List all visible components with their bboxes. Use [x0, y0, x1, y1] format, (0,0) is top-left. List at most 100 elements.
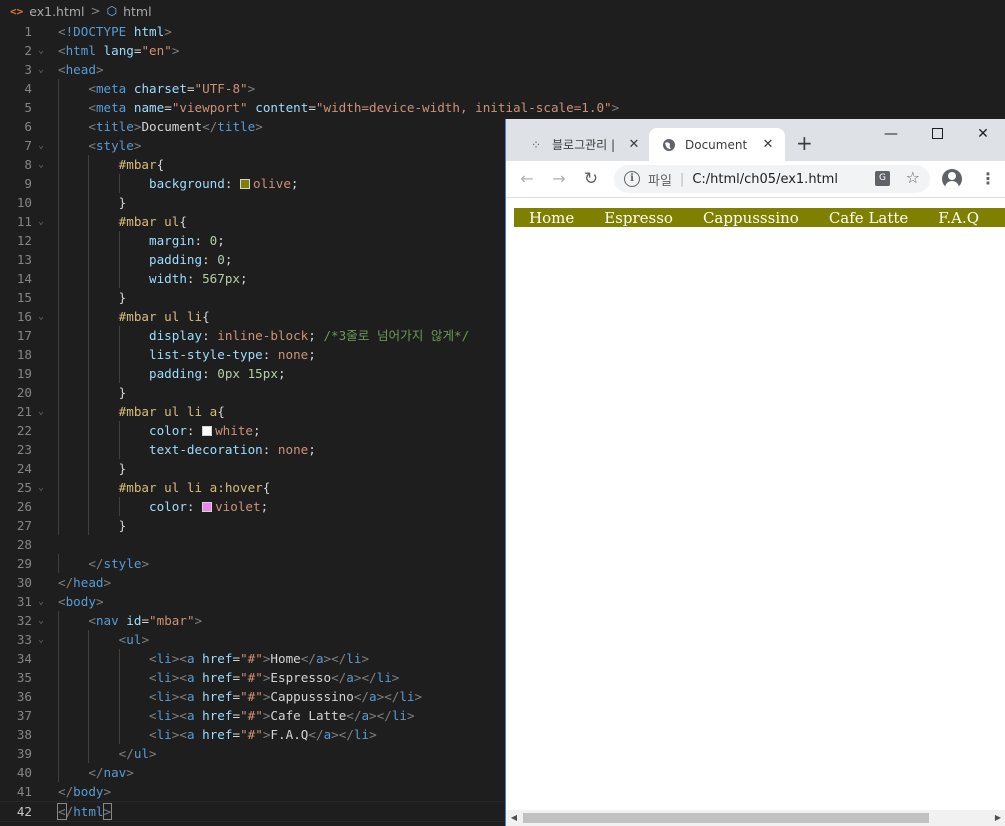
line-number: 6 — [24, 119, 32, 134]
code-text: <nav id="mbar"> — [88, 613, 203, 628]
breadcrumb-file[interactable]: ex1.html — [29, 4, 84, 19]
code-line[interactable]: 5 <meta name="viewport" content="width=d… — [0, 98, 1005, 117]
code-text: margin: 0; — [149, 233, 225, 248]
url-separator: | — [679, 171, 685, 187]
tab-title: 블로그관리 | — [552, 138, 616, 152]
line-number: 36 — [16, 689, 32, 704]
browser-window[interactable]: ⁘ 블로그관리 | ✕ Document ✕ + — ✕ ← → ↻ i 파일 … — [505, 119, 1005, 826]
line-number: 22 — [16, 423, 32, 438]
back-button[interactable]: ← — [516, 169, 538, 189]
minimize-button[interactable]: — — [876, 123, 906, 145]
symbol-cube-icon: ⬡ — [106, 4, 118, 18]
horizontal-scrollbar[interactable]: ◀ ▶ — [506, 810, 1005, 826]
code-text: <li><a href="#">F.A.Q</a></li> — [149, 727, 377, 742]
color-swatch-icon[interactable] — [202, 502, 213, 512]
line-number: 32 — [16, 613, 32, 628]
line-number: 5 — [24, 100, 32, 115]
code-line[interactable]: 1 <!DOCTYPE html> — [0, 22, 1005, 41]
line-number: 31 — [16, 594, 32, 609]
new-tab-button[interactable]: + — [796, 133, 813, 153]
blog-favicon-icon: ⁘ — [530, 137, 542, 152]
line-number: 38 — [16, 727, 32, 742]
code-text: </nav> — [88, 765, 134, 780]
translate-icon[interactable]: G — [875, 171, 890, 186]
fold-chevron-icon[interactable]: ⌄ — [38, 307, 44, 326]
code-text: } — [118, 195, 127, 210]
code-line[interactable]: 2 ⌄ <html lang="en"> — [0, 41, 1005, 60]
breadcrumb-symbol[interactable]: html — [123, 4, 151, 19]
breadcrumb: <> ex1.html > ⬡ html — [0, 0, 1005, 22]
code-text: <style> — [88, 138, 142, 153]
color-swatch-icon[interactable] — [202, 426, 213, 436]
code-text: <li><a href="#">Cappusssino</a></li> — [149, 689, 423, 704]
fold-chevron-icon[interactable]: ⌄ — [38, 60, 44, 79]
fold-chevron-icon[interactable]: ⌄ — [38, 212, 44, 231]
line-number: 40 — [16, 765, 32, 780]
code-text: <li><a href="#">Cafe Latte</a></li> — [149, 708, 415, 723]
url-text[interactable]: C:/html/ch05/ex1.html — [692, 172, 838, 187]
line-number: 42 — [16, 804, 32, 819]
code-text: padding: 0px 15px; — [149, 366, 286, 381]
fold-chevron-icon[interactable]: ⌄ — [38, 611, 44, 630]
menu-kebab-icon[interactable]: ⋮ — [980, 168, 996, 190]
menu-list: Home Espresso Cappusssino Cafe Latte F.A.Q — [514, 208, 1005, 228]
close-window-button[interactable]: ✕ — [968, 123, 998, 145]
page-viewport[interactable]: Home Espresso Cappusssino Cafe Latte F.A.Q — [506, 198, 1005, 810]
line-number: 8 — [24, 157, 32, 172]
tab-close-icon[interactable]: ✕ — [759, 137, 777, 152]
menu-link-cappuccino[interactable]: Cappusssino — [703, 209, 799, 227]
bookmark-star-icon[interactable]: ☆ — [906, 168, 920, 187]
code-line[interactable]: 4 <meta charset="UTF-8"> — [0, 79, 1005, 98]
fold-chevron-icon[interactable]: ⌄ — [38, 402, 44, 421]
fold-chevron-icon[interactable]: ⌄ — [38, 592, 44, 611]
fold-chevron-icon[interactable]: ⌄ — [38, 155, 44, 174]
info-icon[interactable]: i — [624, 171, 640, 187]
code-text: </body> — [58, 784, 112, 799]
tab-blog-manage[interactable]: ⁘ 블로그관리 | ✕ — [516, 128, 651, 161]
tab-strip: ⁘ 블로그관리 | ✕ Document ✕ + — ✕ — [506, 119, 1005, 161]
address-bar[interactable]: i 파일 | C:/html/ch05/ex1.html G ☆ — [614, 165, 930, 193]
profile-avatar-icon[interactable] — [942, 169, 962, 189]
tab-document[interactable]: Document ✕ — [649, 128, 785, 161]
code-text: </style> — [88, 556, 150, 571]
line-number: 27 — [16, 518, 32, 533]
line-number: 39 — [16, 746, 32, 761]
fold-chevron-icon[interactable]: ⌄ — [38, 41, 44, 60]
code-text: <head> — [58, 62, 104, 77]
line-number: 20 — [16, 385, 32, 400]
code-text: #mbar ul{ — [118, 214, 187, 229]
menu-item: Cappusssino — [688, 209, 814, 228]
menu-bar: Home Espresso Cappusssino Cafe Latte F.A.Q — [514, 208, 1005, 227]
forward-button[interactable]: → — [548, 169, 570, 189]
menu-link-faq[interactable]: F.A.Q — [938, 209, 979, 227]
code-text: #mbar ul li a{ — [118, 404, 225, 419]
menu-link-cafe-latte[interactable]: Cafe Latte — [829, 209, 908, 227]
scroll-right-icon[interactable]: ▶ — [990, 810, 1005, 826]
scroll-thumb[interactable] — [523, 813, 929, 823]
line-number: 24 — [16, 461, 32, 476]
color-swatch-icon[interactable] — [240, 179, 250, 189]
globe-icon — [661, 137, 677, 153]
fold-chevron-icon[interactable]: ⌄ — [38, 630, 44, 649]
code-text: } — [118, 385, 127, 400]
minimap[interactable] — [998, 40, 1005, 120]
code-text: <meta name="viewport" content="width=dev… — [88, 100, 620, 115]
menu-link-espresso[interactable]: Espresso — [604, 209, 673, 227]
code-line[interactable]: 3 ⌄ <head> — [0, 60, 1005, 79]
code-text: text-decoration: none; — [149, 442, 316, 457]
maximize-button[interactable] — [922, 123, 952, 145]
fold-chevron-icon[interactable]: ⌄ — [38, 136, 44, 155]
fold-chevron-icon[interactable]: ⌄ — [38, 478, 44, 497]
browser-toolbar: ← → ↻ i 파일 | C:/html/ch05/ex1.html G ☆ ⋮ — [506, 161, 1005, 198]
code-text: background: olive; — [149, 176, 299, 191]
menu-link-home[interactable]: Home — [529, 209, 574, 227]
reload-button[interactable]: ↻ — [580, 169, 602, 189]
scroll-left-icon[interactable]: ◀ — [506, 810, 522, 826]
code-text: <meta charset="UTF-8"> — [88, 81, 256, 96]
code-text: color: white; — [149, 423, 261, 438]
line-number: 3 — [24, 62, 32, 77]
tab-close-icon[interactable]: ✕ — [625, 137, 643, 152]
line-number: 19 — [16, 366, 32, 381]
line-number: 11 — [16, 214, 32, 229]
line-number: 15 — [16, 290, 32, 305]
